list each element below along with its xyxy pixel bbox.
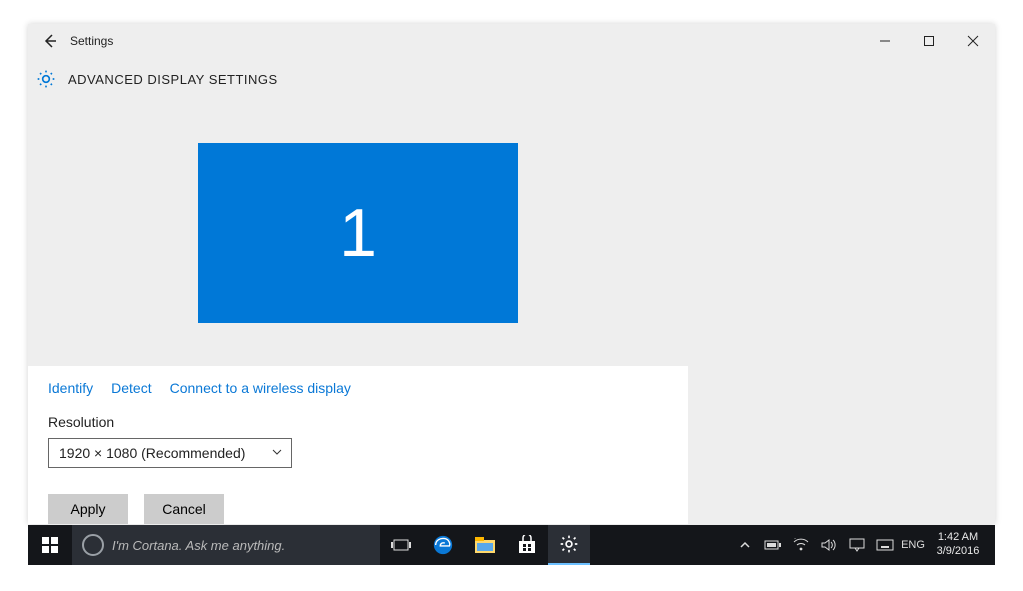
- action-center-tray-icon[interactable]: [843, 538, 871, 552]
- maximize-icon: [923, 35, 935, 47]
- minimize-button[interactable]: [863, 26, 907, 56]
- identify-link[interactable]: Identify: [48, 380, 93, 396]
- battery-tray-icon[interactable]: [759, 539, 787, 551]
- clock-date: 3/9/2016: [937, 545, 980, 559]
- back-button[interactable]: [36, 27, 64, 55]
- back-arrow-icon: [42, 33, 58, 49]
- speaker-icon: [821, 538, 837, 552]
- settings-taskbar-button[interactable]: [548, 525, 590, 565]
- resolution-select[interactable]: 1920 × 1080 (Recommended): [48, 438, 292, 468]
- page-title: ADVANCED DISPLAY SETTINGS: [68, 72, 278, 87]
- detect-link[interactable]: Detect: [111, 380, 151, 396]
- file-explorer-taskbar-button[interactable]: [464, 525, 506, 565]
- left-pane: 1 Identify Detect Connect to a wireless …: [28, 100, 688, 524]
- edge-taskbar-button[interactable]: [422, 525, 464, 565]
- store-taskbar-button[interactable]: [506, 525, 548, 565]
- minimize-icon: [879, 35, 891, 47]
- cancel-button[interactable]: Cancel: [144, 494, 224, 524]
- battery-icon: [764, 539, 782, 551]
- monitor-number: 1: [339, 194, 377, 272]
- close-icon: [967, 35, 979, 47]
- system-tray: * ENG: [731, 525, 995, 565]
- notification-icon: [849, 538, 865, 552]
- edge-icon: [432, 534, 454, 556]
- keyboard-tray-icon[interactable]: [871, 539, 899, 551]
- apply-button[interactable]: Apply: [48, 494, 128, 524]
- taskbar: I'm Cortana. Ask me anything.: [28, 525, 995, 565]
- wifi-icon: *: [793, 538, 809, 552]
- display-arrangement-area[interactable]: 1: [28, 100, 688, 366]
- connect-wireless-display-link[interactable]: Connect to a wireless display: [170, 380, 351, 396]
- cortana-ring-icon: [82, 534, 104, 556]
- keyboard-icon: [876, 539, 894, 551]
- button-row: Apply Cancel: [48, 494, 668, 524]
- titlebar: Settings: [28, 24, 995, 58]
- volume-tray-icon[interactable]: [815, 538, 843, 552]
- language-label: ENG: [901, 539, 925, 551]
- windows-logo-icon: [42, 537, 58, 553]
- window-body: 1 Identify Detect Connect to a wireless …: [28, 100, 995, 524]
- wifi-tray-icon[interactable]: *: [787, 538, 815, 552]
- controls-area: Identify Detect Connect to a wireless di…: [28, 366, 688, 524]
- right-pane: [688, 100, 995, 524]
- store-icon: [517, 535, 537, 555]
- search-placeholder: I'm Cortana. Ask me anything.: [112, 538, 285, 553]
- tray-overflow-button[interactable]: [731, 539, 759, 551]
- gear-icon: [36, 69, 56, 89]
- link-row: Identify Detect Connect to a wireless di…: [48, 380, 668, 396]
- settings-window: Settings ADVANCED DISPLAY SETTI: [28, 24, 995, 524]
- monitor-tile-1[interactable]: 1: [198, 143, 518, 323]
- gear-white-icon: [559, 534, 579, 554]
- window-title: Settings: [70, 34, 113, 48]
- clock-time: 1:42 AM: [938, 531, 978, 545]
- chevron-down-icon: [271, 445, 283, 461]
- folder-icon: [474, 536, 496, 554]
- task-view-button[interactable]: [380, 525, 422, 565]
- resolution-label: Resolution: [48, 414, 668, 430]
- chevron-up-icon: [739, 539, 751, 551]
- task-view-icon: [391, 537, 411, 553]
- maximize-button[interactable]: [907, 26, 951, 56]
- language-tray-button[interactable]: ENG: [899, 539, 927, 551]
- resolution-value: 1920 × 1080 (Recommended): [59, 445, 245, 461]
- taskbar-clock[interactable]: 1:42 AM 3/9/2016: [927, 531, 989, 559]
- close-button[interactable]: [951, 26, 995, 56]
- headerbar: ADVANCED DISPLAY SETTINGS: [28, 58, 995, 100]
- start-button[interactable]: [28, 525, 72, 565]
- cortana-search-box[interactable]: I'm Cortana. Ask me anything.: [72, 525, 380, 565]
